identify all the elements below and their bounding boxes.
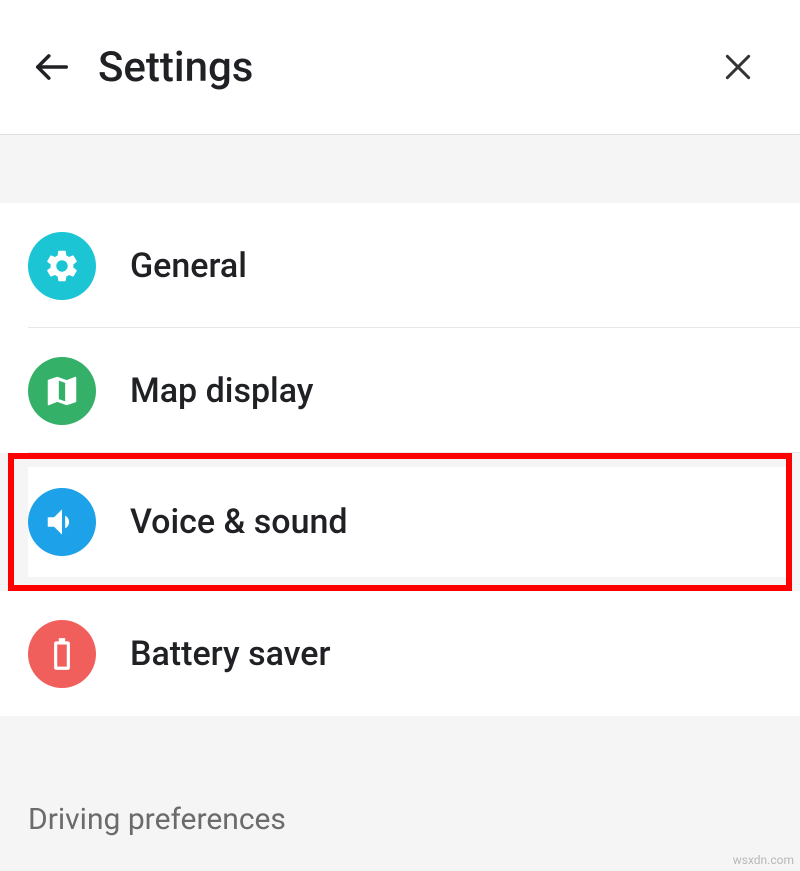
header-bar: Settings — [0, 0, 800, 135]
settings-list: General Map display — [0, 203, 800, 453]
item-label-voice-sound: Voice & sound — [130, 502, 348, 542]
watermark: wsxdn.com — [733, 853, 794, 867]
battery-icon — [28, 620, 96, 688]
header-spacer — [0, 135, 800, 203]
item-label-map-display: Map display — [130, 371, 313, 411]
divider — [28, 452, 800, 453]
settings-list-2: Battery saver — [0, 591, 800, 716]
page-title: Settings — [98, 43, 716, 92]
settings-item-map-display[interactable]: Map display — [0, 328, 800, 453]
back-button[interactable] — [30, 45, 74, 89]
highlight-box: Voice & sound — [8, 453, 792, 591]
close-button[interactable] — [716, 45, 760, 89]
speaker-icon — [28, 488, 96, 556]
settings-item-general[interactable]: General — [0, 203, 800, 328]
section-driving-preferences: Driving preferences — [0, 754, 800, 837]
arrow-left-icon — [33, 48, 71, 86]
bottom-spacer — [0, 716, 800, 754]
item-label-general: General — [130, 246, 247, 286]
settings-item-battery-saver[interactable]: Battery saver — [0, 591, 800, 716]
close-icon — [722, 51, 754, 83]
settings-item-voice-sound[interactable]: Voice & sound — [28, 467, 786, 577]
item-label-battery-saver: Battery saver — [130, 634, 331, 674]
gear-icon — [28, 232, 96, 300]
map-icon — [28, 357, 96, 425]
